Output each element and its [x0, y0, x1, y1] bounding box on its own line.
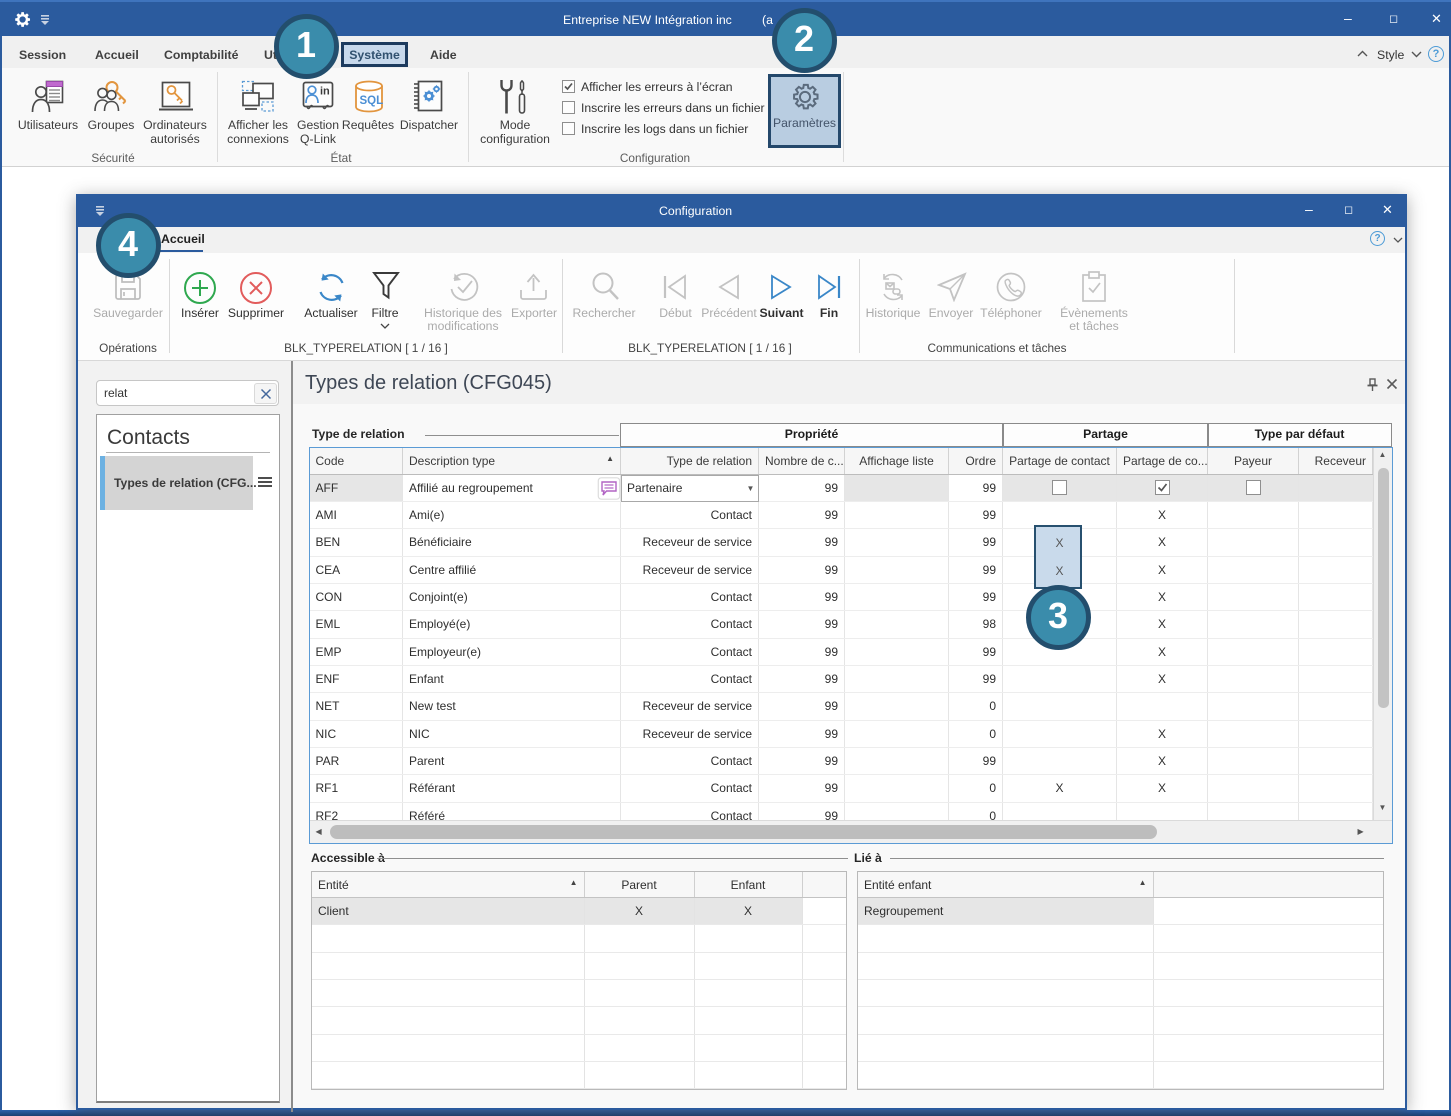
svg-text:SQL: SQL — [360, 95, 384, 107]
svg-text:in: in — [320, 86, 330, 98]
